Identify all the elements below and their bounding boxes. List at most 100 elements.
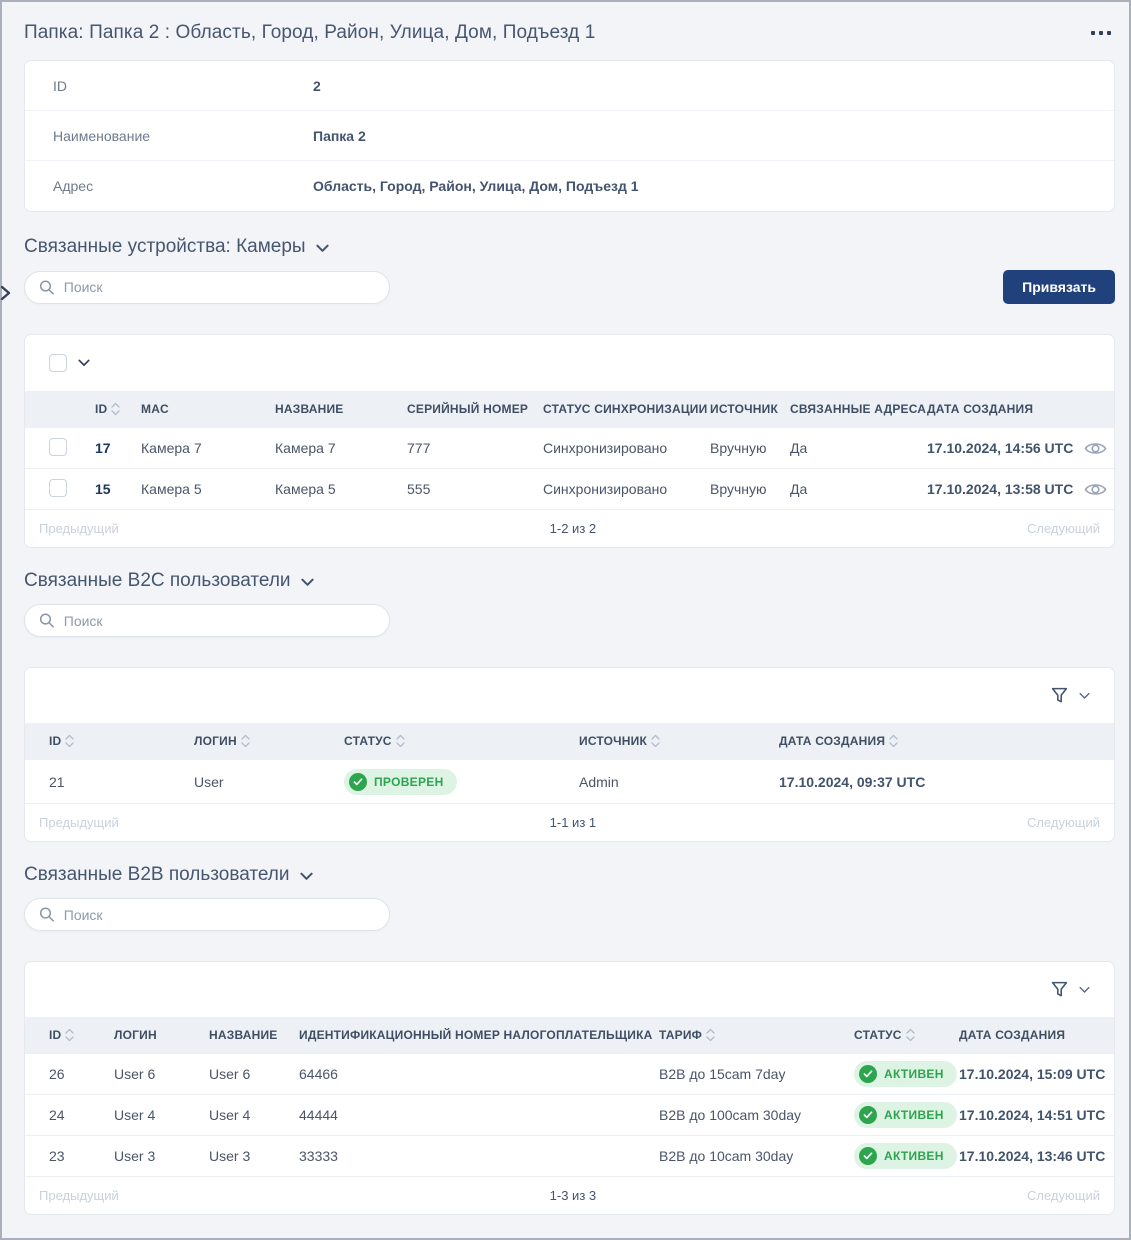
check-circle-icon xyxy=(349,773,367,791)
search-icon xyxy=(39,279,55,296)
folder-details-page: Папка: Папка 2 : Область, Город, Район, … xyxy=(2,2,1129,1215)
section-devices-toggle[interactable]: Связанные устройства: Камеры xyxy=(24,236,329,258)
cell-name: User 6 xyxy=(209,1066,299,1082)
column-header-name: НАЗВАНИЕ xyxy=(209,1028,299,1042)
cell-created: 17.10.2024, 13:46 UTC xyxy=(959,1148,1114,1164)
table-row[interactable]: 24 User 4 User 4 44444 B2B до 100cam 30d… xyxy=(25,1094,1114,1135)
status-label: АКТИВЕН xyxy=(884,1067,944,1081)
next-page-button[interactable]: Следующий xyxy=(1027,815,1100,830)
check-circle-icon xyxy=(859,1147,877,1165)
next-page-button[interactable]: Следующий xyxy=(1027,521,1100,536)
table-row[interactable]: 15 Камера 5 Камера 5 555 Синхронизирован… xyxy=(25,468,1114,509)
status-label: АКТИВЕН xyxy=(884,1108,944,1122)
row-checkbox[interactable] xyxy=(49,479,67,497)
info-row-address: Адрес Область, Город, Район, Улица, Дом,… xyxy=(25,161,1114,211)
check-circle-icon xyxy=(859,1065,877,1083)
section-b2b-toggle[interactable]: Связанные B2B пользователи xyxy=(24,864,313,886)
b2c-search[interactable] xyxy=(24,604,390,637)
column-header-serial: СЕРИЙНЫЙ НОМЕР xyxy=(407,402,543,416)
cell-mac: Камера 7 xyxy=(141,440,275,456)
section-b2c-toggle[interactable]: Связанные B2C пользователи xyxy=(24,570,314,592)
column-header-id[interactable]: ID xyxy=(95,402,141,416)
column-header-status[interactable]: СТАТУС xyxy=(854,1028,959,1042)
prev-page-button[interactable]: Предыдущий xyxy=(39,521,119,536)
cell-tariff: B2B до 100cam 30day xyxy=(659,1107,854,1123)
page-range-label: 1-1 из 1 xyxy=(550,815,596,830)
b2b-search-input[interactable] xyxy=(64,907,375,923)
bind-device-button[interactable]: Привязать xyxy=(1003,270,1115,304)
column-header-source[interactable]: ИСТОЧНИК xyxy=(579,734,779,748)
filter-icon[interactable] xyxy=(1050,686,1069,705)
devices-search-input[interactable] xyxy=(64,279,375,295)
cell-created: 17.10.2024, 15:09 UTC xyxy=(959,1066,1114,1082)
cell-created: 17.10.2024, 14:56 UTC xyxy=(927,440,1077,456)
chevron-down-icon[interactable] xyxy=(1079,692,1090,700)
filter-icon[interactable] xyxy=(1050,980,1069,999)
view-device-button[interactable] xyxy=(1077,481,1114,498)
column-header-id[interactable]: ID xyxy=(49,1028,114,1042)
next-page-button[interactable]: Следующий xyxy=(1027,1188,1100,1203)
sort-icon xyxy=(889,734,898,748)
page-range-label: 1-3 из 3 xyxy=(550,1188,596,1203)
prev-page-button[interactable]: Предыдущий xyxy=(39,815,119,830)
cell-source: Вручную xyxy=(710,440,790,456)
cell-inn: 44444 xyxy=(299,1107,659,1123)
cell-serial: 777 xyxy=(407,440,543,456)
column-header-created: ДАТА СОЗДАНИЯ xyxy=(959,1028,1114,1042)
prev-page-button[interactable]: Предыдущий xyxy=(39,1188,119,1203)
column-header-status[interactable]: СТАТУС xyxy=(344,734,579,748)
b2c-search-input[interactable] xyxy=(64,613,375,629)
status-badge: АКТИВЕН xyxy=(854,1102,957,1128)
table-row[interactable]: 26 User 6 User 6 64466 B2B до 15cam 7day… xyxy=(25,1053,1114,1094)
status-label: ПРОВЕРЕН xyxy=(374,775,444,789)
cell-source: Admin xyxy=(579,774,779,790)
b2b-search[interactable] xyxy=(24,898,390,931)
view-device-button[interactable] xyxy=(1077,440,1114,457)
sort-icon xyxy=(906,1028,915,1042)
column-header-created[interactable]: ДАТА СОЗДАНИЯ xyxy=(779,734,1114,748)
column-header-login[interactable]: ЛОГИН xyxy=(194,734,344,748)
page-header: Папка: Папка 2 : Область, Город, Район, … xyxy=(24,22,1115,44)
section-b2b-title: Связанные B2B пользователи xyxy=(24,864,290,886)
column-header-linked: СВЯЗАННЫЕ АДРЕСА xyxy=(790,402,927,416)
devices-table-toolbar xyxy=(25,335,1114,391)
cell-created: 17.10.2024, 09:37 UTC xyxy=(779,774,1114,790)
row-checkbox[interactable] xyxy=(49,438,67,456)
cell-linked: Да xyxy=(790,481,927,497)
cell-tariff: B2B до 15cam 7day xyxy=(659,1066,854,1082)
devices-search[interactable] xyxy=(24,271,390,304)
table-row[interactable]: 23 User 3 User 3 33333 B2B до 10cam 30da… xyxy=(25,1135,1114,1176)
table-row[interactable]: 21 User ПРОВЕРЕН Admin 17.10.2024, 09:37… xyxy=(25,759,1114,803)
ellipsis-icon xyxy=(1099,31,1103,35)
cell-login: User 3 xyxy=(114,1148,209,1164)
bulk-actions-dropdown[interactable] xyxy=(78,359,90,367)
sort-icon xyxy=(65,734,74,748)
cell-login: User 6 xyxy=(114,1066,209,1082)
table-row[interactable]: 17 Камера 7 Камера 7 777 Синхронизирован… xyxy=(25,427,1114,468)
column-header-id[interactable]: ID xyxy=(49,734,194,748)
chevron-down-icon xyxy=(78,359,90,367)
b2b-pagination: Предыдущий 1-3 из 3 Следующий xyxy=(25,1176,1114,1214)
b2c-table-header: ID ЛОГИН СТАТУС ИСТОЧНИК ДАТА СОЗДАНИЯ xyxy=(25,723,1114,759)
select-all-checkbox[interactable] xyxy=(49,354,67,372)
chevron-down-icon[interactable] xyxy=(1079,986,1090,994)
b2b-table-card: ID ЛОГИН НАЗВАНИЕ ИДЕНТИФИКАЦИОННЫЙ НОМЕ… xyxy=(24,961,1115,1215)
info-label: Наименование xyxy=(25,128,313,144)
status-badge: АКТИВЕН xyxy=(854,1061,957,1087)
cell-created: 17.10.2024, 14:51 UTC xyxy=(959,1107,1114,1123)
cell-id: 26 xyxy=(49,1066,114,1082)
cell-id: 23 xyxy=(49,1148,114,1164)
page-title: Папка: Папка 2 : Область, Город, Район, … xyxy=(24,22,595,44)
section-devices-title: Связанные устройства: Камеры xyxy=(24,236,306,258)
eye-icon xyxy=(1084,481,1107,498)
cell-source: Вручную xyxy=(710,481,790,497)
b2b-table-header: ID ЛОГИН НАЗВАНИЕ ИДЕНТИФИКАЦИОННЫЙ НОМЕ… xyxy=(25,1017,1114,1053)
info-value: Область, Город, Район, Улица, Дом, Подъе… xyxy=(313,178,639,194)
devices-controls: Привязать xyxy=(24,270,1115,304)
more-actions-button[interactable] xyxy=(1087,25,1115,41)
folder-info-card: ID 2 Наименование Папка 2 Адрес Область,… xyxy=(24,60,1115,212)
cell-id: 17 xyxy=(95,440,141,456)
chevron-down-icon xyxy=(301,578,314,587)
column-header-tariff[interactable]: ТАРИФ xyxy=(659,1028,854,1042)
b2c-table-card: ID ЛОГИН СТАТУС ИСТОЧНИК ДАТА СОЗДАНИЯ 2… xyxy=(24,667,1115,842)
